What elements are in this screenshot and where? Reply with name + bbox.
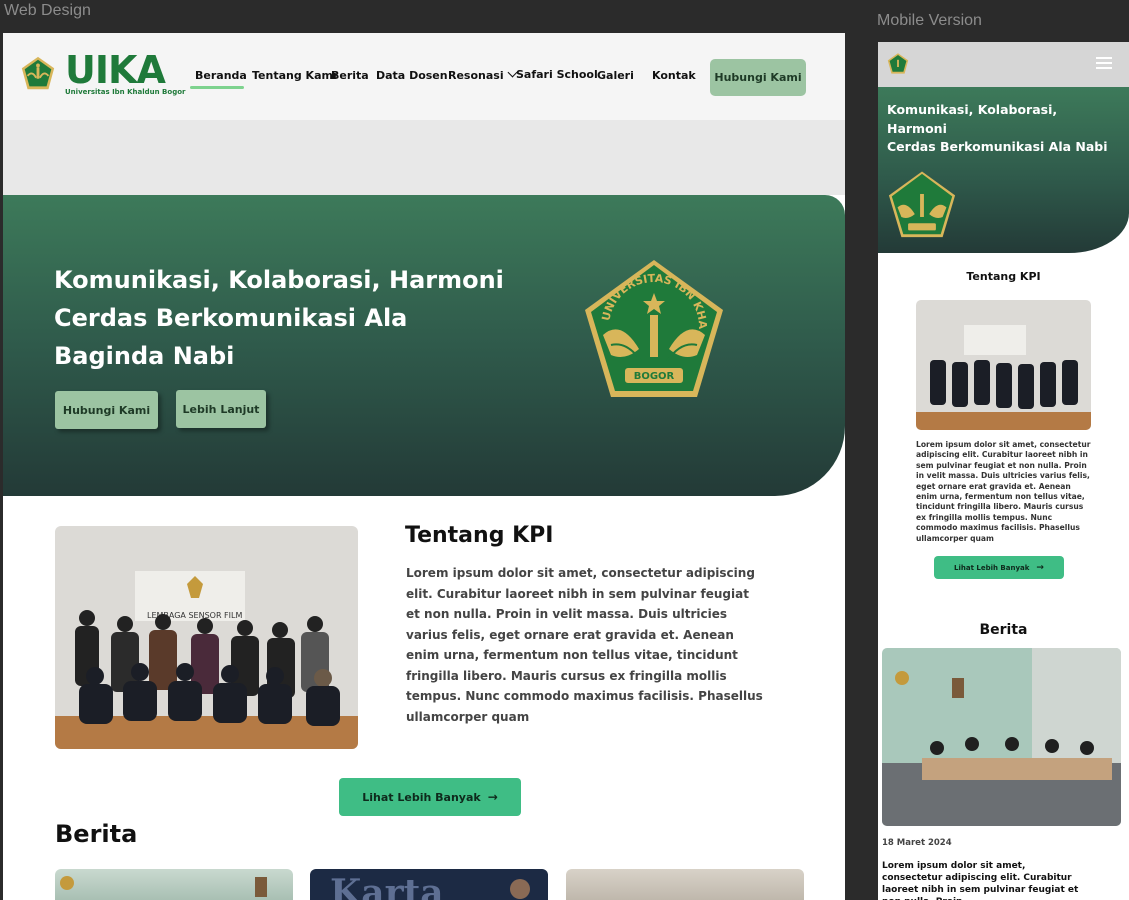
- news-card[interactable]: [55, 869, 293, 900]
- nav-item-resonasi-label: Resonasi: [448, 69, 504, 82]
- mobile-hero-section: Komunikasi, Kolaborasi, Harmoni Cerdas B…: [878, 87, 1129, 253]
- mobile-news-excerpt: Lorem ipsum dolor sit amet, consectetur …: [882, 861, 1079, 900]
- mobile-hero-title-line: Komunikasi, Kolaborasi,: [887, 102, 1058, 117]
- nav-item-resonasi[interactable]: Resonasi: [448, 67, 518, 82]
- mobile-hero-title: Komunikasi, Kolaborasi, Harmoni Cerdas B…: [887, 101, 1127, 157]
- mobile-about-title: Tentang KPI: [966, 270, 1041, 283]
- nav-item-tentang-kami[interactable]: Tentang Kami: [252, 69, 337, 82]
- arrow-right-icon: →: [487, 790, 498, 804]
- see-more-button[interactable]: Lihat Lebih Banyak →: [339, 778, 521, 816]
- hero-more-button[interactable]: Lebih Lanjut: [176, 390, 266, 428]
- nav-item-berita[interactable]: Berita: [331, 69, 369, 82]
- hero-title: Komunikasi, Kolaborasi, Harmoni Cerdas B…: [54, 266, 504, 370]
- banner-placeholder: [3, 120, 845, 195]
- nav-contact-button[interactable]: Hubungi Kami: [710, 59, 806, 96]
- see-more-label: Lihat Lebih Banyak: [362, 790, 481, 804]
- logo-wordmark: UIKA: [65, 48, 166, 92]
- mobile-see-more-label: Lihat Lebih Banyak: [954, 563, 1030, 572]
- mobile-hero-title-line: Cerdas Berkomunikasi Ala Nabi: [887, 139, 1108, 154]
- hero-contact-button[interactable]: Hubungi Kami: [55, 391, 158, 429]
- nav-item-beranda[interactable]: Beranda: [195, 69, 247, 82]
- mobile-navbar: [878, 42, 1129, 87]
- uika-emblem-icon: [21, 56, 55, 89]
- top-navbar: UIKA Universitas Ibn Khaldun Bogor Beran…: [3, 33, 845, 120]
- emblem-city-text: BOGOR: [634, 371, 675, 382]
- about-paragraph: Lorem ipsum dolor sit amet, consectetur …: [406, 566, 763, 724]
- mobile-frame: Komunikasi, Kolaborasi, Harmoni Cerdas B…: [878, 42, 1129, 900]
- mobile-news-photo[interactable]: [882, 648, 1121, 826]
- hero-section: Komunikasi, Kolaborasi, Harmoni Cerdas B…: [3, 195, 845, 496]
- news-section-title: Berita: [55, 820, 138, 848]
- mobile-about-photo: [916, 300, 1091, 430]
- news-card-banner-text: Karta: [330, 872, 444, 900]
- university-emblem-icon: UNIVERSITAS IBN KHALDUN BOGOR: [581, 257, 723, 397]
- about-group-photo: LEMBAGA SENSOR FILM: [55, 526, 358, 749]
- site-logo[interactable]: UIKA Universitas Ibn Khaldun Bogor: [19, 51, 185, 96]
- nav-item-galeri[interactable]: Galeri: [597, 69, 634, 82]
- uika-emblem-icon[interactable]: [886, 52, 910, 76]
- logo-subtitle: Universitas Ibn Khaldun Bogor: [65, 88, 186, 96]
- nav-active-indicator: [190, 86, 244, 89]
- nav-item-kontak[interactable]: Kontak: [652, 69, 696, 82]
- hamburger-menu-icon[interactable]: [1096, 57, 1112, 71]
- about-title: Tentang KPI: [405, 523, 554, 548]
- university-emblem-icon: [888, 171, 956, 238]
- mobile-frame-label: Mobile Version: [877, 12, 982, 29]
- mobile-see-more-button[interactable]: Lihat Lebih Banyak →: [934, 556, 1064, 579]
- news-card[interactable]: [566, 869, 804, 900]
- nav-item-data-dosen[interactable]: Data Dosen: [376, 69, 448, 82]
- mobile-news-date: 18 Maret 2024: [882, 838, 952, 848]
- nav-item-safari-school[interactable]: Safari School: [516, 68, 598, 81]
- arrow-right-icon: →: [1036, 562, 1044, 573]
- mobile-news-title: Berita: [979, 622, 1028, 638]
- desktop-frame: UIKA Universitas Ibn Khaldun Bogor Beran…: [3, 33, 845, 900]
- news-card[interactable]: Karta: [310, 869, 548, 900]
- mobile-about-paragraph: Lorem ipsum dolor sit amet, consectetur …: [916, 440, 1091, 543]
- desktop-frame-label: Web Design: [4, 2, 91, 19]
- mobile-hero-title-line: Harmoni: [887, 120, 947, 136]
